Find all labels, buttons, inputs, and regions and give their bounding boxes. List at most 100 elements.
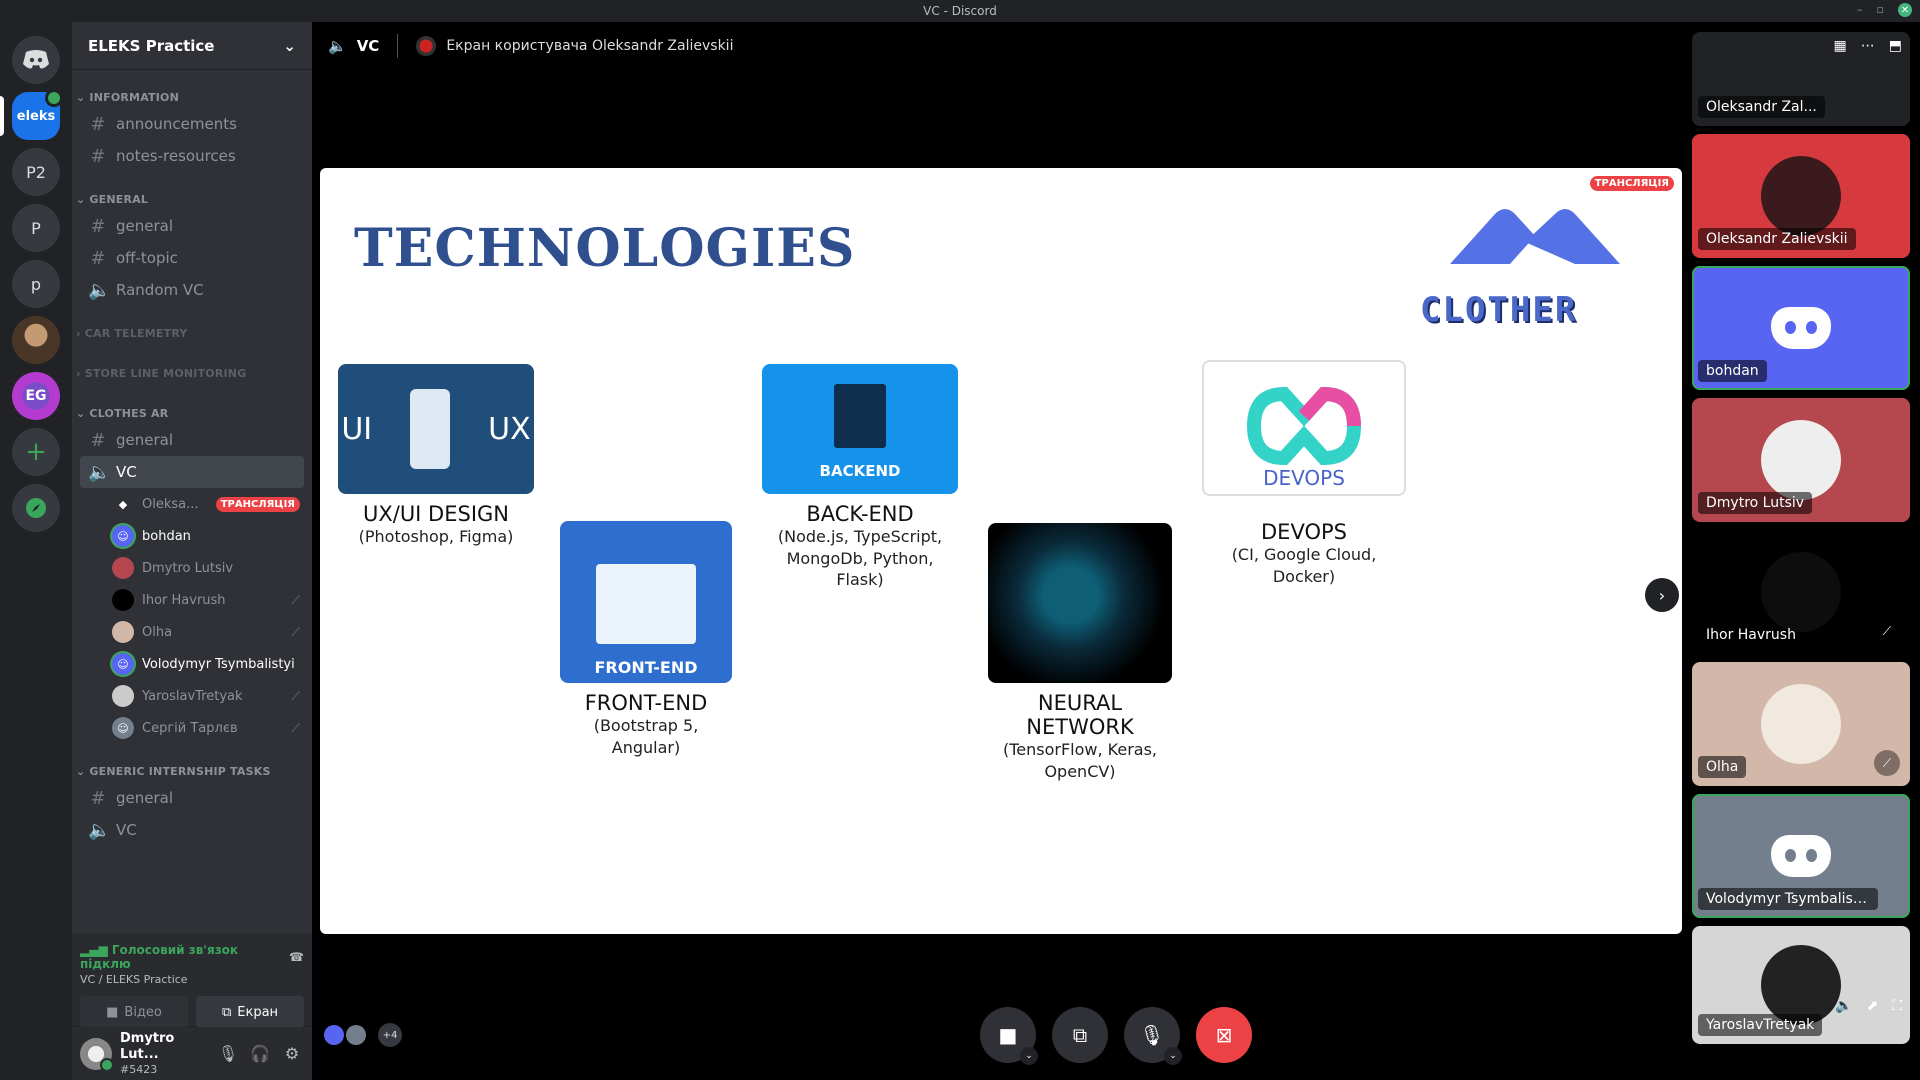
participant-tile[interactable]: Dmytro Lutsiv [1692, 398, 1910, 522]
microphone-button[interactable]: 🎙 ⌄ [1124, 1007, 1182, 1065]
grid-icon[interactable]: ▦ [1834, 38, 1847, 54]
hash-icon: # [90, 787, 106, 809]
chevron-right-icon: › [76, 366, 81, 380]
next-arrow-button[interactable]: › [1645, 578, 1679, 612]
avatar [112, 685, 134, 707]
voice-user[interactable]: ☺ Volodymyr Tsymbalistyi [108, 648, 304, 680]
avatar [1761, 156, 1841, 236]
participant-tile[interactable]: bohdan [1692, 266, 1910, 390]
voice-user[interactable]: ☺ Сергій Тарлєв ⟋ [108, 712, 304, 744]
channel-internship-vc[interactable]: 🔈 VC [80, 814, 304, 846]
participant-tile-screen[interactable]: ▦ ⋯ ⬒ Oleksandr Zal... [1692, 32, 1910, 126]
chevron-icon: ⌄ [76, 192, 86, 206]
channel-clothes-vc[interactable]: 🔈 VC [80, 456, 304, 488]
live-badge: ТРАНСЛЯЦІЯ [1589, 176, 1674, 191]
volume-icon[interactable]: 🔈 [1835, 998, 1852, 1014]
more-icon[interactable]: ⋯ [1861, 38, 1875, 54]
stop-streaming-button[interactable]: ⊠ [1196, 1007, 1252, 1063]
camera-button[interactable]: ■ ⌄ [980, 1007, 1038, 1065]
participant-tile[interactable]: Ihor Havrush ⟋ [1692, 530, 1910, 654]
guild-header[interactable]: ELEKS Practice ⌄ [72, 22, 312, 70]
voice-user[interactable]: Dmytro Lutsiv [108, 552, 304, 584]
chevron-down-icon[interactable]: ⌄ [1164, 1047, 1182, 1065]
channel-internship-general[interactable]: # general [80, 782, 304, 814]
speaker-icon: 🔈 [328, 37, 347, 55]
mic-muted-icon: ⟋ [291, 624, 300, 639]
fullscreen-icon[interactable]: ⛶ [1892, 998, 1902, 1014]
minimize-icon[interactable]: – [1857, 3, 1863, 17]
mic-muted-icon: ⟋ [291, 688, 300, 703]
explore-servers-button[interactable] [12, 484, 60, 532]
participant-name: YaroslavTretyak [1698, 1014, 1823, 1036]
voice-user[interactable]: YaroslavTretyak ⟋ [108, 680, 304, 712]
disconnect-icon[interactable]: ☎ [289, 950, 304, 964]
shared-screen[interactable]: ТРАНСЛЯЦІЯ TECHNOLOGIES CLOTHER UI UX UX… [320, 168, 1682, 934]
video-button[interactable]: ■ Відео [80, 996, 188, 1028]
home-button[interactable] [12, 36, 60, 84]
clother-logo-mark [1450, 209, 1620, 264]
window-controls: – ▫ ✕ [1857, 3, 1912, 17]
category-general[interactable]: ⌄ GENERAL [72, 188, 312, 210]
speaker-icon: 🔈 [88, 461, 111, 483]
phone-icon [410, 389, 451, 469]
channel-off-topic[interactable]: # off-topic [80, 242, 304, 274]
channel-notes-resources[interactable]: # notes-resources [80, 140, 304, 172]
channel-clothes-general[interactable]: # general [80, 424, 304, 456]
headphones-icon[interactable]: 🎧 [248, 1044, 272, 1063]
category-information[interactable]: ⌄ INFORMATION [72, 86, 312, 108]
voice-user[interactable]: ☺ bohdan [108, 520, 304, 552]
add-server-button[interactable]: + [12, 428, 60, 476]
channel-general[interactable]: # general [80, 210, 304, 242]
participant-tile[interactable]: Volodymyr Tsymbalistyi [1692, 794, 1910, 918]
participant-name: Olha [1698, 756, 1747, 778]
channel-sidebar: ELEKS Practice ⌄ ⌄ INFORMATION # announcem… [72, 22, 312, 1080]
server-eg[interactable]: EG [12, 372, 60, 420]
participant-tile[interactable]: Oleksandr Zalievskii [1692, 134, 1910, 258]
microphone-icon[interactable]: 🎙 [216, 1044, 240, 1063]
screen-share-button[interactable]: ⧉ [1052, 1007, 1108, 1063]
user-info[interactable]: Dmytro Lut... #5423 [120, 1031, 208, 1075]
microphone-icon: 🎙 [1139, 1023, 1165, 1047]
voice-user[interactable]: Ihor Havrush ⟋ [108, 584, 304, 616]
server-p2[interactable]: P2 [12, 148, 60, 196]
voice-location[interactable]: VC / ELEKS Practice [80, 973, 304, 986]
server-p-lower[interactable]: p [12, 260, 60, 308]
camera-icon: ■ [998, 1023, 1018, 1047]
participant-tile[interactable]: Olha ⟋ [1692, 662, 1910, 786]
mic-muted-icon: ⟋ [1874, 750, 1900, 776]
category-clothes-ar[interactable]: ⌄ CLOTHES AR [72, 402, 312, 424]
voice-user[interactable]: Olha ⟋ [108, 616, 304, 648]
avatar [1761, 552, 1841, 632]
maximize-icon[interactable]: ▫ [1877, 3, 1884, 17]
voice-user[interactable]: ◆ Oleksa... ТРАНСЛЯЦІЯ [108, 488, 304, 520]
server-eleks[interactable]: eleks [12, 89, 63, 140]
tile-actions: 🔈 ⬈ ⛶ [1835, 998, 1902, 1014]
channel-announcements[interactable]: # announcements [80, 108, 304, 140]
participant-tile[interactable]: 🔈 ⬈ ⛶ YaroslavTretyak [1692, 926, 1910, 1044]
gear-icon[interactable]: ⚙ [280, 1044, 304, 1063]
discord-logo-icon [1771, 307, 1831, 349]
voice-status: ▂▄▆ Голосовий зв'язок підклю ☎ [80, 943, 304, 971]
avatar [346, 1025, 366, 1045]
window-titlebar: VC - Discord – ▫ ✕ [0, 0, 1920, 22]
server-avatar[interactable] [12, 316, 60, 364]
chevron-down-icon[interactable]: ⌄ [1020, 1047, 1038, 1065]
card-backend: BACKEND BACK-END (Node.js, TypeScript, M… [762, 364, 958, 591]
popout-icon[interactable]: ⬒ [1889, 38, 1902, 54]
close-icon[interactable]: ✕ [1898, 3, 1912, 17]
category-generic-internship-tasks[interactable]: ⌄ GENERIC INTERNSHIP TASKS [72, 760, 312, 782]
category-car-telemetry[interactable]: › CAR TELEMETRY [72, 322, 312, 344]
active-pill [0, 96, 4, 136]
avatar[interactable] [80, 1037, 114, 1072]
channel-random-vc[interactable]: 🔈 Random VC [80, 274, 304, 306]
mic-muted-icon: ⟋ [1874, 618, 1900, 644]
monitor-icon [596, 564, 696, 644]
popout-icon[interactable]: ⬈ [1866, 998, 1878, 1014]
server-p[interactable]: P [12, 204, 60, 252]
mic-muted-icon: ⟋ [291, 592, 300, 607]
discord-logo-icon [1771, 835, 1831, 877]
participant-avatars[interactable]: +4 [324, 1023, 402, 1047]
stage-header: 🔈 VC Екран користувача Oleksandr Zalievs… [312, 22, 1688, 70]
category-store-line-monitoring[interactable]: › STORE LINE MONITORING [72, 362, 312, 384]
screen-share-button[interactable]: ⧉ Екран [196, 996, 304, 1028]
